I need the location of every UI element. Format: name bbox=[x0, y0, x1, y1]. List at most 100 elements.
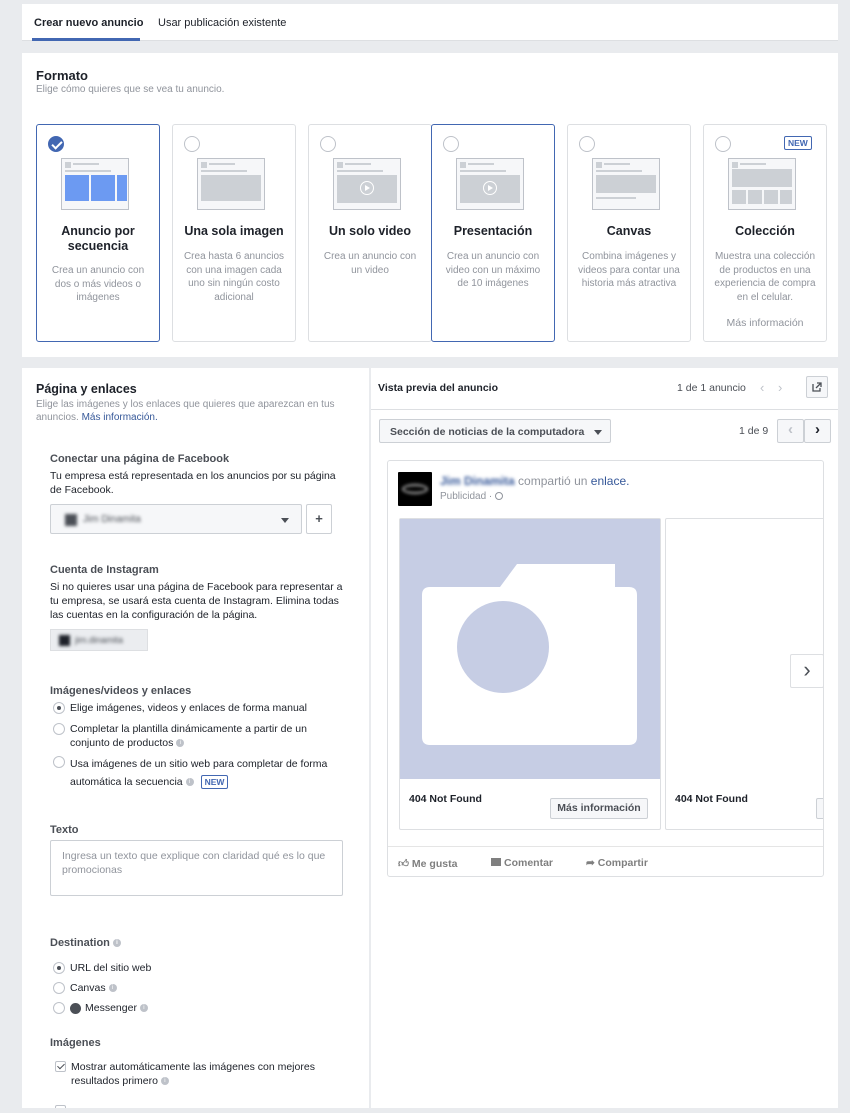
radio-icon bbox=[320, 136, 336, 152]
info-icon[interactable]: i bbox=[176, 739, 185, 748]
fb-page-label: Conectar una página de Facebook bbox=[50, 453, 230, 465]
format-name: Colección bbox=[735, 224, 795, 238]
media-option-label: Usa imágenes de un sitio web para comple… bbox=[70, 758, 328, 788]
destination-option-label: URL del sitio web bbox=[70, 962, 152, 974]
format-subtitle: Elige cómo quieres que se vea tu anuncio… bbox=[36, 84, 225, 95]
carousel-thumbnail bbox=[61, 158, 129, 210]
chevron-down-icon bbox=[281, 518, 289, 523]
fb-page-name: Jim Dinamita bbox=[83, 514, 141, 525]
format-card-carousel[interactable]: Anuncio por secuencia Crea un anuncio co… bbox=[36, 124, 160, 342]
destination-url-radio[interactable] bbox=[53, 962, 65, 974]
ad-creation-tabs: Crear nuevo anuncio Usar publicación exi… bbox=[22, 4, 838, 41]
page-links-section: Página y enlaces Elige las imágenes y lo… bbox=[22, 368, 369, 1108]
camera-icon bbox=[422, 564, 637, 745]
check-icon bbox=[48, 136, 64, 152]
post-page-name[interactable]: Jim Dinamita bbox=[440, 474, 515, 488]
media-option-website-radio[interactable] bbox=[53, 756, 65, 768]
sponsored-label: Publicidad · bbox=[440, 491, 493, 502]
new-badge: NEW bbox=[784, 136, 812, 150]
post-link[interactable]: enlace. bbox=[591, 474, 630, 488]
tab-use-existing-post[interactable]: Usar publicación existente bbox=[158, 17, 286, 29]
format-desc: Crea hasta 6 anuncios con una imagen cad… bbox=[183, 251, 285, 303]
format-name: Una sola imagen bbox=[184, 224, 284, 238]
text-label: Texto bbox=[50, 824, 79, 836]
globe-icon bbox=[495, 492, 504, 501]
fb-page-desc: Tu empresa está representada en los anun… bbox=[50, 470, 336, 496]
comment-action[interactable]: Comentar bbox=[491, 857, 553, 869]
new-badge: NEW bbox=[200, 775, 229, 789]
next-page-button[interactable]: › bbox=[804, 419, 831, 443]
slideshow-thumbnail bbox=[456, 158, 524, 210]
ad-text-placeholder: Ingresa un texto que explique con clarid… bbox=[62, 850, 326, 876]
media-option-label: Elige imágenes, videos y enlaces de form… bbox=[70, 702, 307, 714]
image-placeholder bbox=[400, 519, 660, 779]
chevron-left-icon[interactable]: ‹ bbox=[760, 380, 764, 395]
card-title: 404 Not Found bbox=[675, 793, 748, 805]
destination-option-label: Messenger bbox=[85, 1002, 137, 1014]
card-title: 404 Not Found bbox=[409, 793, 482, 805]
chevron-right-icon[interactable]: › bbox=[778, 380, 782, 395]
external-link-icon bbox=[812, 382, 822, 392]
format-desc: Muestra una colección de productos en un… bbox=[714, 251, 816, 303]
divider bbox=[388, 846, 823, 847]
media-option-manual-radio[interactable] bbox=[53, 702, 65, 714]
media-label: Imágenes/videos y enlaces bbox=[50, 685, 192, 697]
video-thumbnail bbox=[333, 158, 401, 210]
instagram-avatar bbox=[59, 635, 70, 646]
auto-images-label: Mostrar automáticamente las imágenes con… bbox=[71, 1061, 315, 1087]
images-label: Imágenes bbox=[50, 1037, 101, 1049]
check-icon bbox=[57, 1061, 65, 1070]
chevron-down-icon bbox=[594, 430, 602, 435]
format-card-slideshow[interactable]: Presentación Crea un anuncio con video c… bbox=[431, 124, 555, 342]
carousel-next-button[interactable]: › bbox=[790, 654, 823, 688]
media-option-label: Completar la plantilla dinámicamente a p… bbox=[70, 723, 307, 749]
format-name: Presentación bbox=[453, 224, 533, 238]
learn-more-button[interactable] bbox=[816, 798, 823, 819]
messenger-icon bbox=[70, 1002, 81, 1014]
instagram-account-select[interactable]: jim.dinamita bbox=[50, 629, 148, 651]
info-icon[interactable]: i bbox=[185, 778, 194, 787]
learn-more-button[interactable]: Más información bbox=[550, 798, 648, 819]
auto-images-checkbox[interactable] bbox=[55, 1061, 66, 1072]
checkbox[interactable] bbox=[55, 1105, 66, 1108]
format-card-single-image[interactable]: Una sola imagen Crea hasta 6 anuncios co… bbox=[172, 124, 296, 342]
page-links-title: Página y enlaces bbox=[36, 382, 137, 396]
prev-page-button[interactable]: ‹ bbox=[777, 419, 804, 443]
open-preview-button[interactable] bbox=[806, 376, 828, 398]
info-icon[interactable]: i bbox=[139, 1004, 148, 1013]
info-icon[interactable]: i bbox=[108, 984, 117, 993]
radio-icon bbox=[715, 136, 731, 152]
destination-messenger-radio[interactable] bbox=[53, 1002, 65, 1014]
page-avatar bbox=[65, 514, 77, 526]
share-action[interactable]: ➦ Compartir bbox=[586, 857, 648, 869]
format-card-canvas[interactable]: Canvas Combina imágenes y videos para co… bbox=[567, 124, 691, 342]
destination-label: Destination bbox=[50, 937, 110, 949]
media-option-catalog-radio[interactable] bbox=[53, 723, 65, 735]
format-desc: Crea un anuncio con video con un máximo … bbox=[445, 251, 541, 289]
collection-more-info-link[interactable]: Más información bbox=[714, 317, 816, 331]
format-card-collection[interactable]: NEW Colección Muestra una colección de p… bbox=[703, 124, 827, 342]
like-action[interactable]: 👍︎ Me gusta bbox=[398, 857, 457, 870]
radio-icon bbox=[443, 136, 459, 152]
destination-canvas-radio[interactable] bbox=[53, 982, 65, 994]
format-desc: Combina imágenes y videos para contar un… bbox=[578, 251, 680, 289]
format-desc: Crea un anuncio con dos o más videos o i… bbox=[51, 265, 145, 303]
comment-icon bbox=[491, 858, 501, 866]
carousel-card[interactable]: 404 Not Found Más información bbox=[399, 518, 661, 830]
collection-thumbnail bbox=[728, 158, 796, 210]
more-info-link[interactable]: Más información. bbox=[82, 412, 158, 423]
format-title: Formato bbox=[36, 68, 88, 83]
tab-create-new-ad[interactable]: Crear nuevo anuncio bbox=[34, 17, 143, 29]
shared-text: compartió un bbox=[518, 474, 588, 488]
format-card-single-video[interactable]: Un solo video Crea un anuncio con un vid… bbox=[308, 124, 432, 342]
placement-dropdown[interactable]: Sección de noticias de la computadora bbox=[379, 419, 611, 443]
fb-page-select[interactable]: Jim Dinamita bbox=[50, 504, 302, 534]
format-name: Canvas bbox=[606, 224, 652, 238]
info-icon[interactable]: i bbox=[112, 939, 121, 948]
instagram-label: Cuenta de Instagram bbox=[50, 564, 159, 576]
format-name: Un solo video bbox=[329, 224, 411, 238]
add-page-button[interactable]: + bbox=[306, 504, 332, 534]
ad-text-input[interactable]: Ingresa un texto que explique con clarid… bbox=[50, 840, 343, 896]
info-icon[interactable]: i bbox=[160, 1077, 169, 1086]
canvas-thumbnail bbox=[592, 158, 660, 210]
